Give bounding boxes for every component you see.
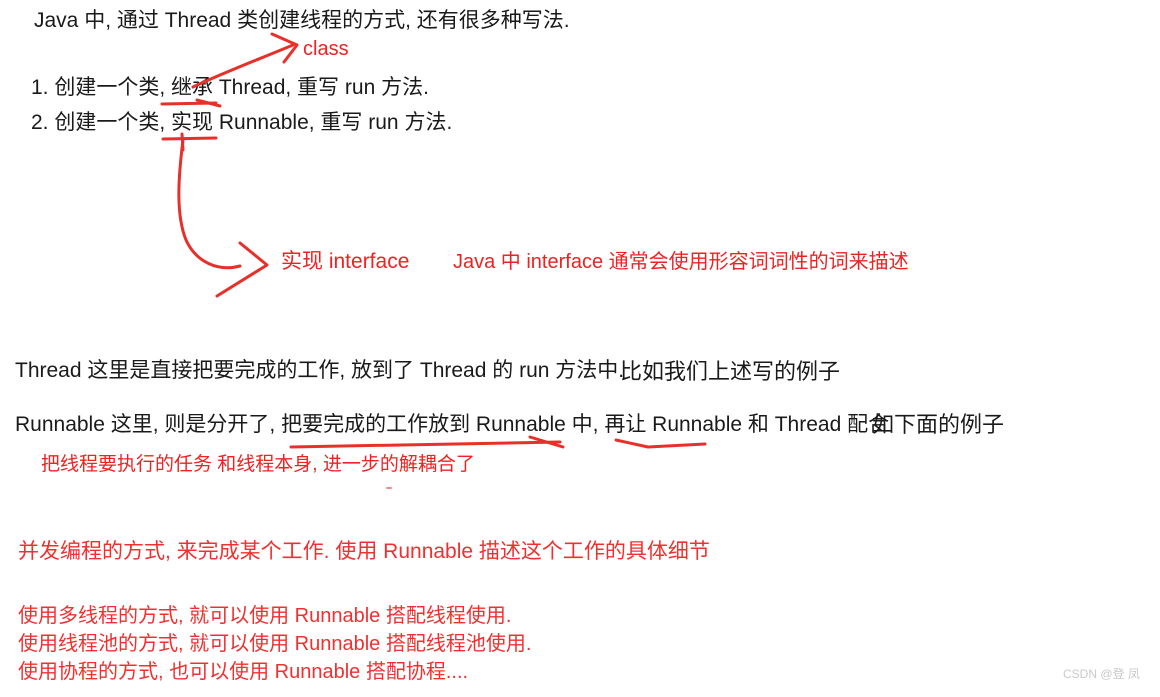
annotation-usage-line: 使用多线程的方式, 就可以使用 Runnable 搭配线程使用.: [18, 605, 512, 627]
runnable-example-note: 如下面的例子: [872, 412, 1005, 437]
curved-arrow-shaft: [177, 138, 242, 270]
underline-runnable-thread: [614, 438, 650, 449]
underline-inherit-thread: [160, 101, 218, 106]
underline-runnable-work-tick: [528, 435, 565, 449]
underline-implement-tick: [180, 132, 185, 152]
intro-paragraph: Java 中, 通过 Thread 类创建线程的方式, 还有很多种写法.: [34, 9, 570, 32]
document-page: Java 中, 通过 Thread 类创建线程的方式, 还有很多种写法. 1. …: [0, 0, 1160, 697]
curved-arrow-head: [215, 241, 269, 298]
underline-runnable-thread-tail: [646, 442, 707, 449]
underline-inherit-thread-tick: [195, 98, 222, 108]
thread-explanation-line: Thread 这里是直接把要完成的工作, 放到了 Thread 的 run 方法…: [15, 359, 625, 382]
list-item: 2. 创建一个类, 实现 Runnable, 重写 run 方法.: [31, 111, 453, 134]
annotation-usage-line: 使用线程池的方式, 就可以使用 Runnable 搭配线程池使用.: [18, 633, 532, 655]
annotation-class-label: class: [303, 38, 349, 60]
annotation-usage-line: 使用协程的方式, 也可以使用 Runnable 搭配协程....: [18, 661, 469, 683]
annotation-interface-description: Java 中 interface 通常会使用形容词词性的词来描述: [453, 251, 909, 273]
annotation-interface-label: 实现 interface: [281, 250, 410, 273]
underline-implement-runnable: [161, 136, 218, 141]
thread-example-note: 比如我们上述写的例子: [620, 359, 841, 384]
ink-annotation-layer: [160, 32, 707, 489]
list-item: 1. 创建一个类, 继承 Thread, 重写 run 方法.: [31, 76, 429, 99]
annotation-decouple-note: 把线程要执行的任务 和线程本身, 进一步的解耦合了: [41, 454, 475, 475]
underline-runnable-work: [289, 440, 562, 449]
annotation-summary-line: 并发编程的方式, 来完成某个工作. 使用 Runnable 描述这个工作的具体细…: [18, 540, 710, 563]
csdn-watermark: CSDN @登 凤: [1063, 667, 1140, 681]
arrow-to-class-head: [270, 32, 299, 64]
runnable-explanation-line: Runnable 这里, 则是分开了, 把要完成的工作放到 Runnable 中…: [15, 413, 890, 436]
